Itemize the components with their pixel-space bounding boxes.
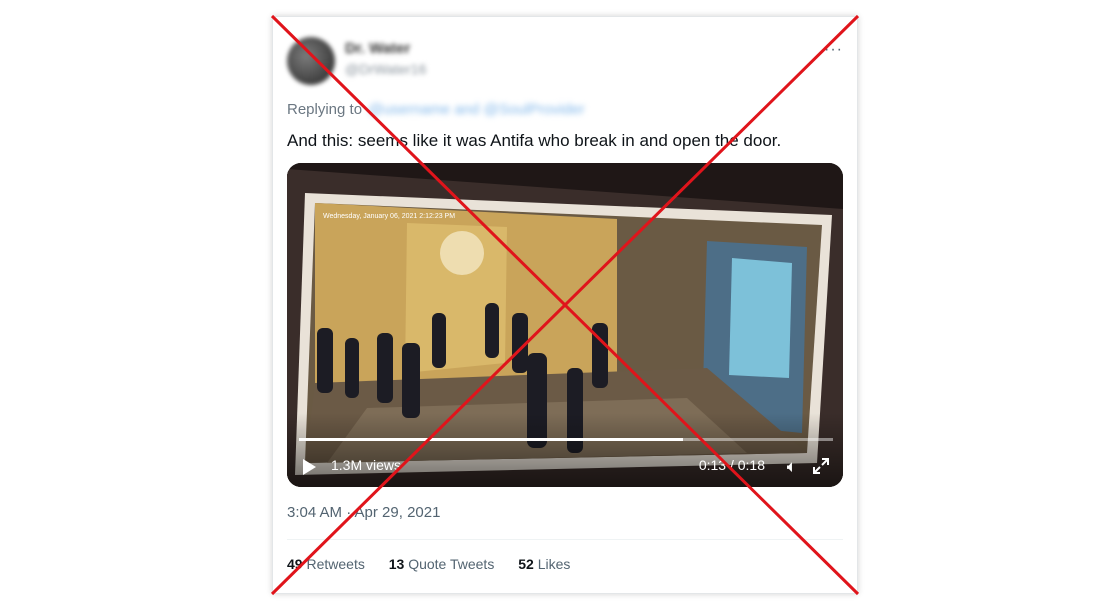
divider [287, 539, 843, 540]
retweets-stat[interactable]: 49 Retweets [287, 556, 369, 572]
volume-icon[interactable]: 🔈︎ [787, 457, 797, 477]
overlay-timestamp: Wednesday, January 06, 2021 2:12:23 PM [323, 213, 455, 220]
retweets-label: Retweets [306, 556, 365, 572]
play-icon[interactable] [303, 459, 316, 475]
progress-bar[interactable] [299, 438, 833, 441]
avatar[interactable] [287, 37, 335, 85]
more-horizontal-icon[interactable]: ··· [824, 41, 843, 59]
quote-tweets-stat[interactable]: 13 Quote Tweets [389, 556, 499, 572]
video-player[interactable]: Wednesday, January 06, 2021 2:12:23 PM 1… [287, 163, 843, 487]
tweet-timestamp[interactable]: 3:04 AM · Apr 29, 2021 [287, 504, 440, 521]
quotes-label: Quote Tweets [408, 556, 495, 572]
quotes-count: 13 [388, 556, 405, 572]
tweet-card: Dr. Water @DrWater16 ··· Replying to @us… [272, 16, 858, 594]
replying-to: Replying to @username and @SoulProvider [287, 101, 585, 118]
replying-label: Replying to [287, 101, 363, 118]
replying-handles-link[interactable]: @username and @SoulProvider [368, 101, 584, 118]
author-name[interactable]: Dr. Water [345, 40, 410, 57]
video-controls: 1.3M views 0:13 / 0:18 🔈︎ [287, 427, 843, 487]
tweet-stats: 49 Retweets 13 Quote Tweets 52 Likes [287, 556, 590, 572]
author-handle[interactable]: @DrWater16 [345, 61, 426, 77]
progress-fill [299, 438, 684, 441]
likes-label: Likes [537, 556, 571, 572]
likes-stat[interactable]: 52 Likes [518, 556, 570, 572]
tweet-text: And this: seems like it was Antifa who b… [287, 131, 782, 150]
likes-count: 52 [518, 556, 534, 572]
video-views: 1.3M views [331, 457, 402, 473]
retweets-count: 49 [287, 556, 303, 572]
fullscreen-icon[interactable] [811, 456, 831, 476]
video-time: 0:13 / 0:18 [698, 457, 765, 473]
